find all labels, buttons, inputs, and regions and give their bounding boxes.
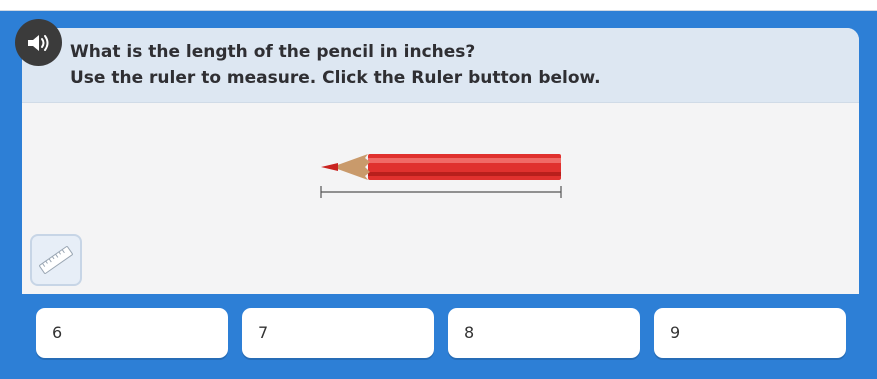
answer-choices: 6 7 8 9 <box>36 308 846 358</box>
answer-option-2[interactable]: 7 <box>242 308 434 358</box>
answer-option-4[interactable]: 9 <box>654 308 846 358</box>
answer-label: 8 <box>464 323 475 342</box>
ruler-icon <box>39 246 73 274</box>
pencil <box>321 154 561 180</box>
measurement-line <box>320 186 562 198</box>
instruction-text: Use the ruler to measure. Click the Rule… <box>70 68 601 88</box>
question-header: What is the length of the pencil in inch… <box>22 28 859 103</box>
audio-button[interactable] <box>15 19 62 66</box>
answer-option-1[interactable]: 6 <box>36 308 228 358</box>
answer-label: 7 <box>258 323 269 342</box>
answer-label: 6 <box>52 323 63 342</box>
answer-label: 9 <box>670 323 681 342</box>
top-bar <box>0 0 877 11</box>
pencil-figure <box>320 154 562 198</box>
speaker-icon <box>27 34 48 51</box>
ruler-button[interactable] <box>30 234 82 286</box>
answer-option-3[interactable]: 8 <box>448 308 640 358</box>
question-text: What is the length of the pencil in inch… <box>70 42 476 62</box>
